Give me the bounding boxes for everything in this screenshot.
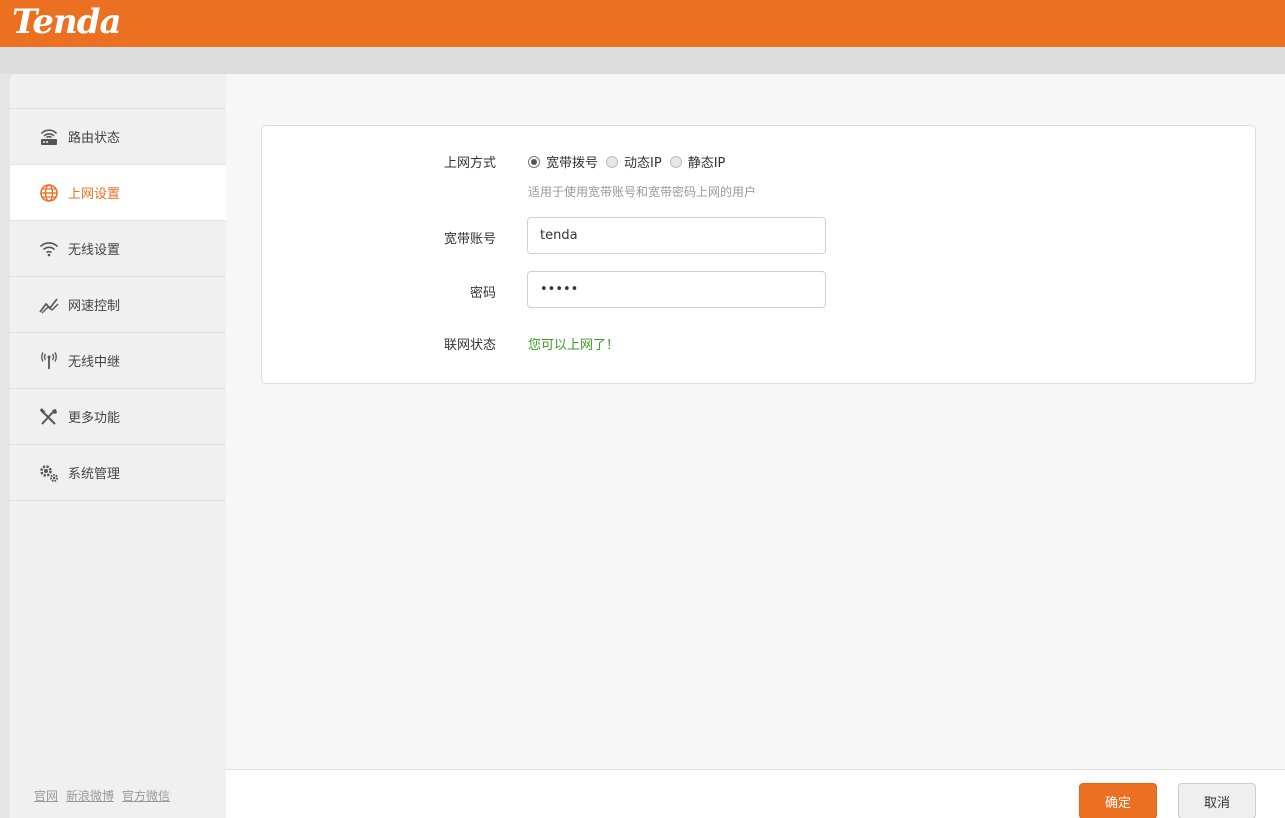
broadband-account-input[interactable] xyxy=(527,217,826,254)
radio-dynamic-ip[interactable]: 动态IP xyxy=(606,152,662,171)
sidebar-item-label: 更多功能 xyxy=(68,411,121,426)
confirm-button[interactable]: 确定 xyxy=(1079,783,1157,818)
sidebar: 路由状态 上网设置 无线设置 网速控制 无线中继 更多功能 系统管理 官网 新浪… xyxy=(10,74,226,818)
gears-icon xyxy=(38,462,60,484)
connection-status-label: 联网状态 xyxy=(443,338,496,353)
sidebar-item-label: 网速控制 xyxy=(68,299,121,314)
router-icon xyxy=(38,126,60,148)
radio-indicator xyxy=(669,155,682,168)
connection-status-value: 您可以上网了！ xyxy=(528,338,620,353)
sidebar-item-wireless-repeater[interactable]: 无线中继 xyxy=(10,333,226,389)
sidebar-item-label: 无线中继 xyxy=(68,355,121,370)
sidebar-item-label: 无线设置 xyxy=(68,243,121,258)
action-bar: 确定 取消 xyxy=(226,769,1285,818)
sidebar-nav: 路由状态 上网设置 无线设置 网速控制 无线中继 更多功能 系统管理 xyxy=(10,108,226,501)
sidebar-item-label: 上网设置 xyxy=(68,187,121,202)
sidebar-item-internet-settings[interactable]: 上网设置 xyxy=(10,165,226,221)
connection-mode-label: 上网方式 xyxy=(443,156,496,171)
sidebar-item-label: 路由状态 xyxy=(68,131,121,146)
globe-icon xyxy=(38,182,60,204)
radio-label: 静态IP xyxy=(687,156,726,171)
password-label: 密码 xyxy=(469,286,496,301)
sidebar-footer-links: 官网 新浪微博 官方微信 xyxy=(10,787,226,804)
sidebar-item-speed-control[interactable]: 网速控制 xyxy=(10,277,226,333)
sina-weibo-link[interactable]: 新浪微博 xyxy=(66,789,114,803)
sidebar-item-router-status[interactable]: 路由状态 xyxy=(10,109,226,165)
radio-pppoe[interactable]: 宽带拨号 xyxy=(528,152,598,171)
internet-settings-card: 上网方式 宽带拨号 动态IP 静态IP 适用于使用宽带账号和宽带密码上网的用户 … xyxy=(261,125,1256,384)
radio-label: 动态IP xyxy=(624,156,662,171)
tools-icon xyxy=(38,406,60,428)
account-label: 宽带账号 xyxy=(443,232,496,247)
radio-static-ip[interactable]: 静态IP xyxy=(669,152,726,171)
cancel-button[interactable]: 取消 xyxy=(1178,783,1256,818)
top-header-bar: Tenda xyxy=(0,0,1285,47)
radio-indicator xyxy=(606,155,619,168)
broadband-password-input[interactable] xyxy=(527,271,826,308)
tenda-logo[interactable]: Tenda xyxy=(12,4,122,42)
sidebar-item-more-features[interactable]: 更多功能 xyxy=(10,389,226,445)
radio-label: 宽带拨号 xyxy=(546,156,599,171)
antenna-icon xyxy=(38,350,60,372)
sidebar-item-label: 系统管理 xyxy=(68,467,121,482)
main-content: 上网方式 宽带拨号 动态IP 静态IP 适用于使用宽带账号和宽带密码上网的用户 … xyxy=(226,74,1285,769)
connection-mode-hint: 适用于使用宽带账号和宽带密码上网的用户 xyxy=(528,185,757,199)
speed-graph-icon xyxy=(38,294,60,316)
official-site-link[interactable]: 官网 xyxy=(34,789,58,803)
sidebar-item-system-management[interactable]: 系统管理 xyxy=(10,445,226,501)
connection-mode-radio-group: 宽带拨号 动态IP 静态IP xyxy=(528,152,733,171)
wifi-icon xyxy=(38,238,60,260)
wechat-link[interactable]: 官方微信 xyxy=(122,789,170,803)
sidebar-item-wireless-settings[interactable]: 无线设置 xyxy=(10,221,226,277)
header-band xyxy=(0,47,1285,74)
radio-indicator xyxy=(528,155,540,168)
